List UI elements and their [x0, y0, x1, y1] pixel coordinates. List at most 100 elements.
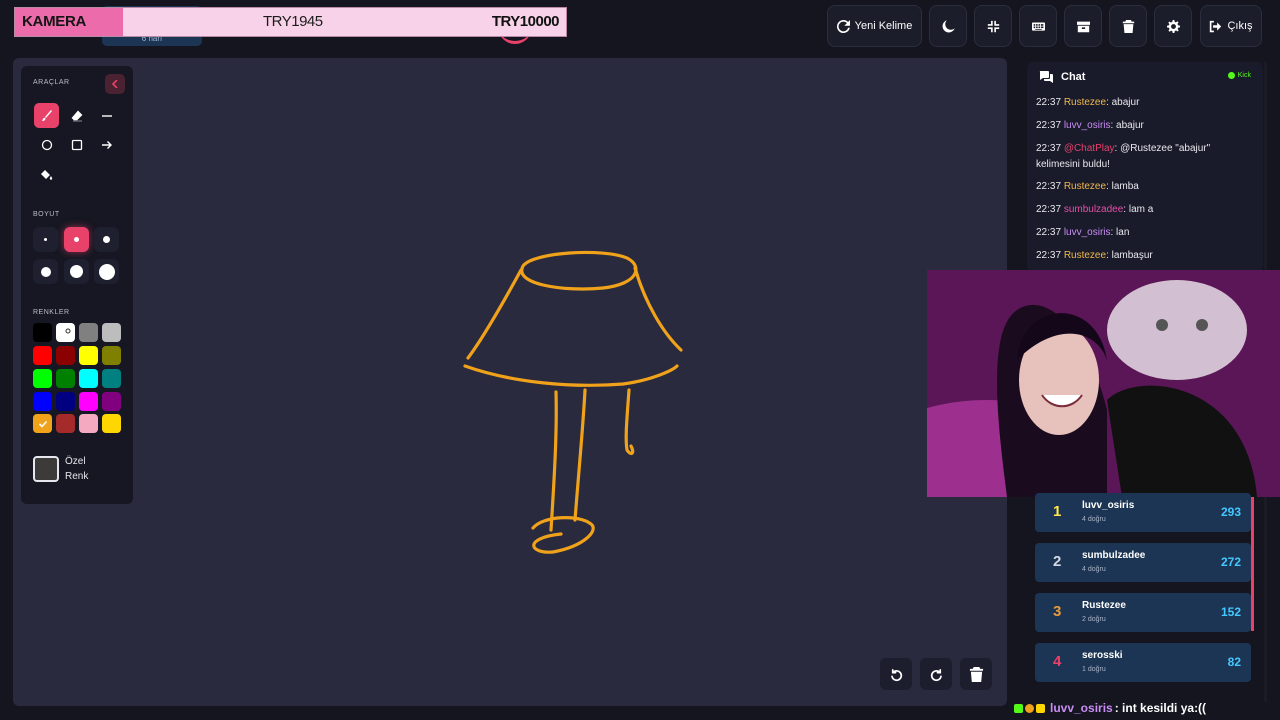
size-option-6[interactable] [94, 259, 119, 284]
player-rank: 3 [1053, 603, 1062, 620]
webcam-image [927, 270, 1280, 497]
player-correct-count: 2 doğru [1082, 616, 1106, 623]
arrow-right-icon [101, 140, 112, 149]
color-swatch[interactable] [56, 323, 75, 342]
player-score: 293 [1220, 505, 1241, 519]
color-swatch[interactable] [56, 346, 75, 365]
color-swatch[interactable] [56, 414, 75, 433]
chat-message: 22:37 Rustezee: lambaşur [1036, 248, 1236, 264]
color-swatch[interactable] [102, 323, 121, 342]
redo-icon [930, 668, 942, 681]
circle-tool[interactable] [34, 132, 59, 157]
brush-tool[interactable] [34, 103, 59, 128]
message-user[interactable]: luvv_osiris [1064, 120, 1111, 131]
player-name: luvv_osiris [1082, 500, 1135, 511]
color-swatch[interactable] [33, 392, 52, 411]
archive-icon [1076, 21, 1090, 32]
size-dot [40, 266, 51, 277]
player-correct-count: 4 doğru [1082, 516, 1106, 523]
clear-button[interactable] [1109, 5, 1147, 47]
color-swatch[interactable] [102, 369, 121, 388]
leaderboard-row: 2 sumbulzadee 4 doğru 272 [1035, 543, 1251, 582]
color-swatch[interactable] [56, 369, 75, 388]
player-correct-count: 1 doğru [1082, 666, 1106, 673]
color-swatch[interactable] [79, 346, 98, 365]
drawing-canvas[interactable] [13, 58, 1007, 706]
custom-color-label: Özel Renk [65, 454, 88, 484]
lamp-leg-back [624, 388, 635, 456]
custom-color-preview [33, 456, 59, 482]
color-swatch[interactable] [56, 392, 75, 411]
message-time: 22:37 [1036, 143, 1062, 154]
new-word-button[interactable]: Yeni Kelime [827, 5, 922, 47]
brush-icon [41, 109, 52, 121]
theme-toggle-button[interactable] [929, 5, 967, 47]
webcam-overlay [927, 270, 1280, 497]
color-swatch[interactable] [79, 392, 98, 411]
compress-icon [987, 20, 999, 32]
custom-color-button[interactable]: Özel Renk [33, 450, 121, 488]
color-swatch[interactable] [33, 369, 52, 388]
player-score: 152 [1220, 605, 1241, 619]
chat-message: 22:37 sumbulzadee: lam a [1036, 202, 1236, 218]
size-option-5[interactable] [64, 259, 89, 284]
undo-button[interactable] [880, 658, 912, 690]
chevron-left-icon [111, 80, 118, 88]
color-swatch[interactable] [33, 414, 52, 433]
clear-canvas-button[interactable] [960, 658, 992, 690]
lamp-drawing [463, 250, 683, 554]
tools-title: ARAÇLAR [33, 79, 70, 86]
message-user[interactable]: sumbulzadee [1064, 204, 1123, 215]
chat-message: 22:37 @ChatPlay: @Rustezee "abajur" kelim… [1036, 141, 1236, 173]
lampshade-right [633, 266, 683, 352]
undo-icon [890, 668, 902, 681]
player-correct-count: 4 doğru [1082, 566, 1106, 573]
color-swatch[interactable] [102, 346, 121, 365]
keyboard-button[interactable] [1019, 5, 1057, 47]
trash-icon [1122, 19, 1134, 33]
color-swatch[interactable] [79, 414, 98, 433]
color-swatch[interactable] [33, 323, 52, 342]
message-user[interactable]: Rustezee [1064, 181, 1106, 192]
chat-panel: Chat Kick 22:37 Rustezee: abajur 22:37 lu… [1027, 62, 1263, 272]
message-user[interactable]: luvv_osiris [1064, 227, 1111, 238]
message-user[interactable]: Rustezee [1064, 250, 1106, 261]
trash-icon [969, 666, 983, 682]
color-swatch[interactable] [102, 392, 121, 411]
exit-label: Çıkış [1227, 20, 1253, 32]
archive-button[interactable] [1064, 5, 1102, 47]
gear-icon [1166, 19, 1180, 33]
arrow-tool[interactable] [94, 132, 119, 157]
color-swatch[interactable] [102, 414, 121, 433]
line-tool[interactable] [94, 103, 119, 128]
size-option-4[interactable] [33, 259, 58, 284]
color-swatch[interactable] [79, 323, 98, 342]
size-option-1[interactable] [33, 227, 58, 252]
message-text: lambaşur [1108, 250, 1153, 261]
message-text: abajur [1108, 97, 1140, 108]
size-dot [74, 237, 79, 242]
leaderboard-row: 4 serosski 1 doğru 82 [1035, 643, 1251, 682]
exit-button[interactable]: Çıkış [1200, 5, 1262, 47]
picker-marker-icon [65, 328, 70, 333]
size-option-2[interactable] [64, 227, 89, 252]
fullscreen-button[interactable] [974, 5, 1012, 47]
redo-button[interactable] [920, 658, 952, 690]
message-user[interactable]: Rustezee [1064, 97, 1106, 108]
keyboard-icon [1031, 21, 1045, 31]
color-swatch[interactable] [79, 369, 98, 388]
message-user[interactable]: @ChatPlay [1064, 143, 1115, 154]
line-icon [101, 114, 112, 117]
moon-icon [942, 19, 955, 32]
player-name: serosski [1082, 650, 1123, 661]
collapse-panel-button[interactable] [105, 74, 125, 94]
settings-button[interactable] [1154, 5, 1192, 47]
new-word-label: Yeni Kelime [854, 20, 913, 32]
message-time: 22:37 [1036, 204, 1062, 215]
coin-icon [1025, 703, 1034, 713]
fill-tool[interactable] [34, 162, 59, 187]
rectangle-tool[interactable] [64, 132, 89, 157]
color-swatch[interactable] [33, 346, 52, 365]
eraser-tool[interactable] [64, 103, 89, 128]
size-option-3[interactable] [94, 227, 119, 252]
